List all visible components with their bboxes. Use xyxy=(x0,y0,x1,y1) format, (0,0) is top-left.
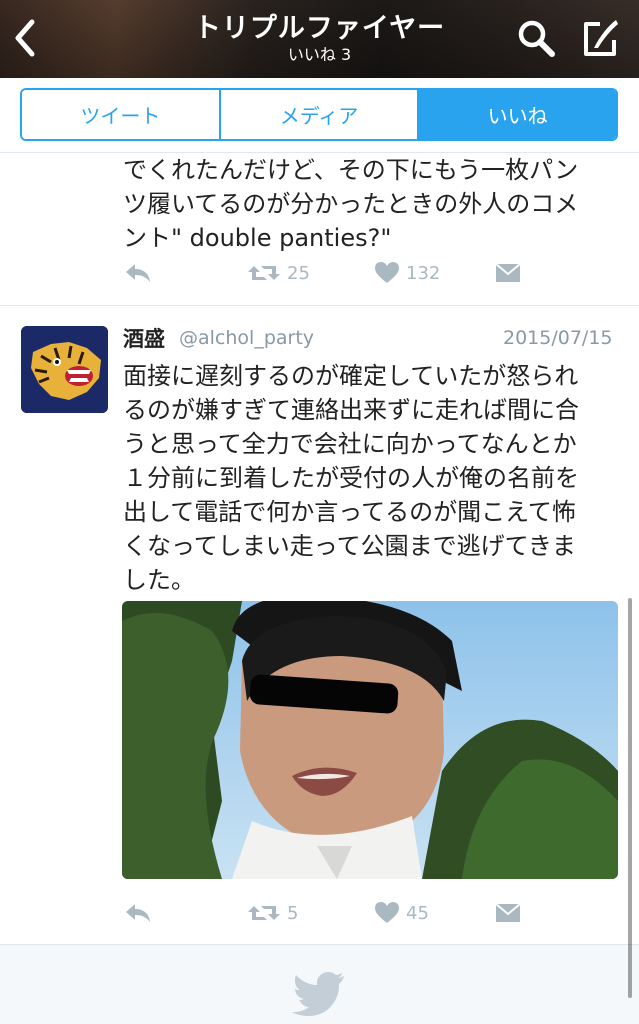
profile-tabs: ツイート メディア いいね xyxy=(20,88,618,141)
dm-button[interactable] xyxy=(495,902,521,924)
like-count: 45 xyxy=(406,902,429,924)
twitter-bird-icon xyxy=(292,970,346,1016)
retweet-count: 5 xyxy=(287,902,299,924)
tiger-avatar-image xyxy=(21,326,108,413)
dm-button[interactable] xyxy=(495,262,521,284)
author-handle[interactable]: @alchol_party xyxy=(179,327,314,349)
like-count: 132 xyxy=(406,262,441,284)
search-icon xyxy=(518,20,555,57)
reply-icon xyxy=(126,264,150,282)
retweet-icon xyxy=(248,906,280,920)
compose-button[interactable] xyxy=(578,16,622,60)
selfie-photo-image xyxy=(122,601,618,879)
heart-icon xyxy=(375,902,399,923)
reply-button[interactable] xyxy=(124,262,152,284)
avatar[interactable] xyxy=(21,326,108,413)
retweet-button[interactable]: 25 xyxy=(247,262,310,284)
tab-tweets[interactable]: ツイート xyxy=(22,90,219,139)
divider xyxy=(0,305,639,306)
scrollbar[interactable] xyxy=(628,598,632,998)
envelope-icon xyxy=(495,903,521,922)
tweet-date: 2015/07/15 xyxy=(503,327,613,349)
envelope-icon xyxy=(495,263,521,282)
tab-media[interactable]: メディア xyxy=(218,90,418,139)
retweet-count: 25 xyxy=(287,262,310,284)
author-name[interactable]: 酒盛 xyxy=(123,323,165,353)
heart-icon xyxy=(375,262,399,283)
tab-likes[interactable]: いいね xyxy=(417,90,616,139)
like-button[interactable]: 45 xyxy=(374,901,429,925)
tweet-text: でくれたんだけど、その下にもう一枚パン ツ履いてるのが分かったときの外人のコメ … xyxy=(123,156,579,252)
reply-button[interactable] xyxy=(124,902,152,924)
compose-icon xyxy=(584,20,618,56)
tweet-photo[interactable] xyxy=(122,601,618,879)
like-button[interactable]: 132 xyxy=(374,261,440,285)
search-button[interactable] xyxy=(516,18,556,58)
retweet-icon xyxy=(248,266,280,280)
retweet-button[interactable]: 5 xyxy=(247,902,298,924)
reply-icon xyxy=(126,904,150,922)
tweet-text: 面接に遅刻するのが確定していたが怒られ るのが嫌すぎて連絡出来ずに走れば間に合 … xyxy=(123,362,579,594)
